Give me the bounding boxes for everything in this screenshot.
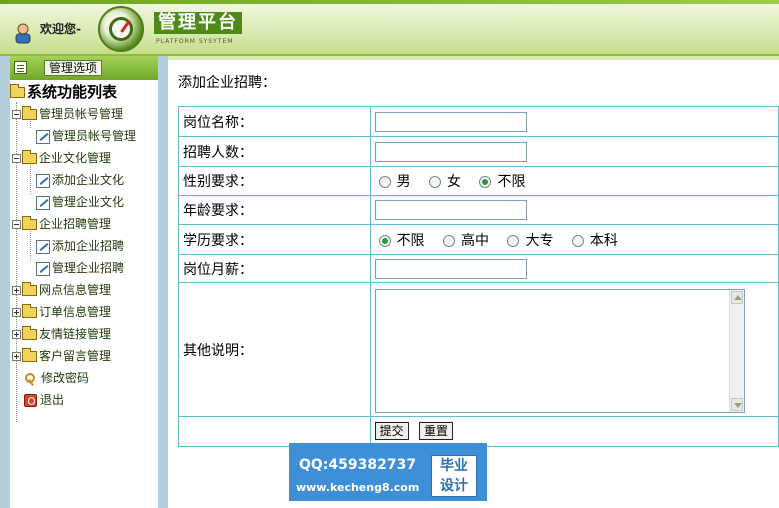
headcount-input[interactable]: [374, 141, 527, 162]
seal-line-1: 毕业: [440, 458, 468, 474]
expand-icon[interactable]: [12, 286, 21, 295]
headcount-label: 招聘人数：: [178, 136, 371, 167]
expand-icon[interactable]: [12, 308, 21, 317]
education-label: 学历要求：: [178, 224, 371, 255]
edit-document-icon: [36, 173, 50, 188]
watermark-seal: 毕业 设计: [431, 455, 477, 497]
logo-title: 管理平台: [154, 12, 242, 34]
header-top-line: [0, 0, 779, 4]
folder-icon: [22, 326, 37, 340]
job-name-input[interactable]: [374, 111, 527, 132]
logo-subtitle: PLATFORM SYSYTEM: [156, 38, 234, 45]
collapse-icon[interactable]: [12, 110, 21, 119]
tree-leaf-admin-accounts[interactable]: 管理员帐号管理: [36, 126, 136, 146]
tree-change-password[interactable]: 修改密码: [24, 368, 89, 388]
gender-option-any[interactable]: 不限: [475, 171, 525, 191]
folder-open-icon: [10, 84, 25, 98]
gender-option-male[interactable]: 男: [375, 171, 411, 191]
user-icon: [15, 23, 31, 44]
tree-folder-links[interactable]: 友情链接管理: [12, 324, 111, 344]
age-label: 年龄要求：: [178, 195, 371, 225]
watermark-qq: QQ:459382737: [299, 457, 417, 473]
radio-icon[interactable]: [571, 234, 584, 247]
edit-document-icon: [36, 195, 50, 210]
education-option-high-school[interactable]: 高中: [439, 230, 489, 250]
notes-textarea[interactable]: [374, 288, 745, 413]
watermark-badge: QQ:459382737 www.kecheng8.com 毕业 设计: [289, 443, 487, 501]
expand-icon[interactable]: [12, 330, 21, 339]
edit-document-icon: [36, 261, 50, 276]
folder-open-icon: [22, 150, 37, 164]
tree-folder-culture[interactable]: 企业文化管理: [12, 148, 111, 168]
tree-folder-messages[interactable]: 客户留言管理: [12, 346, 111, 366]
submit-button[interactable]: 提交: [374, 422, 409, 440]
education-radio-group: 不限 高中 大专 本科: [369, 224, 779, 255]
scroll-down-icon[interactable]: [730, 397, 743, 411]
radio-icon[interactable]: [507, 234, 520, 247]
tree-folder-outlets[interactable]: 网点信息管理: [12, 280, 111, 300]
radio-icon[interactable]: [378, 176, 391, 188]
tree-root[interactable]: 系统功能列表: [10, 82, 117, 102]
tree-folder-admin-accounts[interactable]: 管理员帐号管理: [12, 104, 123, 124]
sidebar-header: 管理选项: [10, 56, 158, 80]
buttons-label-cell: [178, 416, 371, 447]
welcome-text: 欢迎您-: [40, 22, 81, 36]
folder-open-icon: [22, 106, 37, 120]
gender-option-female[interactable]: 女: [425, 171, 461, 191]
tree-leaf-manage-culture[interactable]: 管理企业文化: [36, 192, 124, 212]
edit-document-icon: [36, 239, 50, 254]
sidebar-right-border: [158, 56, 168, 508]
gender-radio-group: 男 女 不限: [369, 166, 779, 196]
notes-scrollbar[interactable]: [728, 289, 744, 412]
radio-checked-icon[interactable]: [479, 176, 492, 188]
tree-leaf-add-recruitment[interactable]: 添加企业招聘: [36, 236, 124, 256]
management-options-button[interactable]: 管理选项: [44, 60, 103, 76]
salary-input[interactable]: [374, 258, 527, 279]
watermark-url: www.kecheng8.com: [296, 481, 420, 494]
main-content: 添加企业招聘： 岗位名称： 招聘人数： 性别要求： 男 女 不限 年龄要求： 学…: [168, 56, 779, 508]
notes-label: 其他说明：: [178, 282, 371, 417]
tree-logout[interactable]: 退出: [24, 390, 64, 410]
education-option-college[interactable]: 大专: [503, 230, 553, 250]
radio-icon[interactable]: [443, 234, 456, 247]
sidebar-left-border: [0, 56, 10, 508]
tree-leaf-add-culture[interactable]: 添加企业文化: [36, 170, 124, 190]
exit-icon: [24, 394, 37, 407]
reset-button[interactable]: 重置: [419, 422, 454, 440]
key-icon: [24, 372, 38, 386]
collapse-icon[interactable]: [12, 220, 21, 229]
collapse-icon[interactable]: [12, 154, 21, 163]
sidebar: 管理选项 系统功能列表 管理员帐号管理 管理员帐号管理 企业文化管理 添加企业文…: [0, 56, 168, 508]
gender-label: 性别要求：: [178, 166, 371, 196]
salary-label: 岗位月薪：: [178, 254, 371, 283]
job-name-label: 岗位名称：: [178, 106, 371, 137]
folder-open-icon: [22, 216, 37, 230]
logo-icon: [98, 6, 144, 52]
age-input[interactable]: [374, 200, 527, 220]
folder-icon: [22, 348, 37, 362]
scroll-up-icon[interactable]: [730, 290, 743, 304]
tree-leaf-manage-recruitment[interactable]: 管理企业招聘: [36, 258, 124, 278]
education-option-bachelor[interactable]: 本科: [568, 230, 618, 250]
app-header: 欢迎您- 管理平台 PLATFORM SYSYTEM: [0, 0, 779, 56]
recruitment-form: 岗位名称： 招聘人数： 性别要求： 男 女 不限 年龄要求： 学历要求： 不限 …: [178, 106, 779, 447]
radio-checked-icon[interactable]: [378, 234, 391, 247]
seal-line-2: 设计: [440, 478, 468, 494]
tree-folder-orders[interactable]: 订单信息管理: [12, 302, 111, 322]
radio-icon[interactable]: [429, 176, 442, 188]
edit-document-icon: [36, 129, 50, 144]
main-top-stripe: [168, 56, 779, 60]
folder-icon: [22, 304, 37, 318]
education-option-any[interactable]: 不限: [375, 230, 425, 250]
folder-icon: [22, 282, 37, 296]
expand-icon[interactable]: [12, 352, 21, 361]
tree-folder-recruitment[interactable]: 企业招聘管理: [12, 214, 111, 234]
page-title: 添加企业招聘：: [178, 75, 276, 91]
list-icon: [14, 61, 27, 74]
